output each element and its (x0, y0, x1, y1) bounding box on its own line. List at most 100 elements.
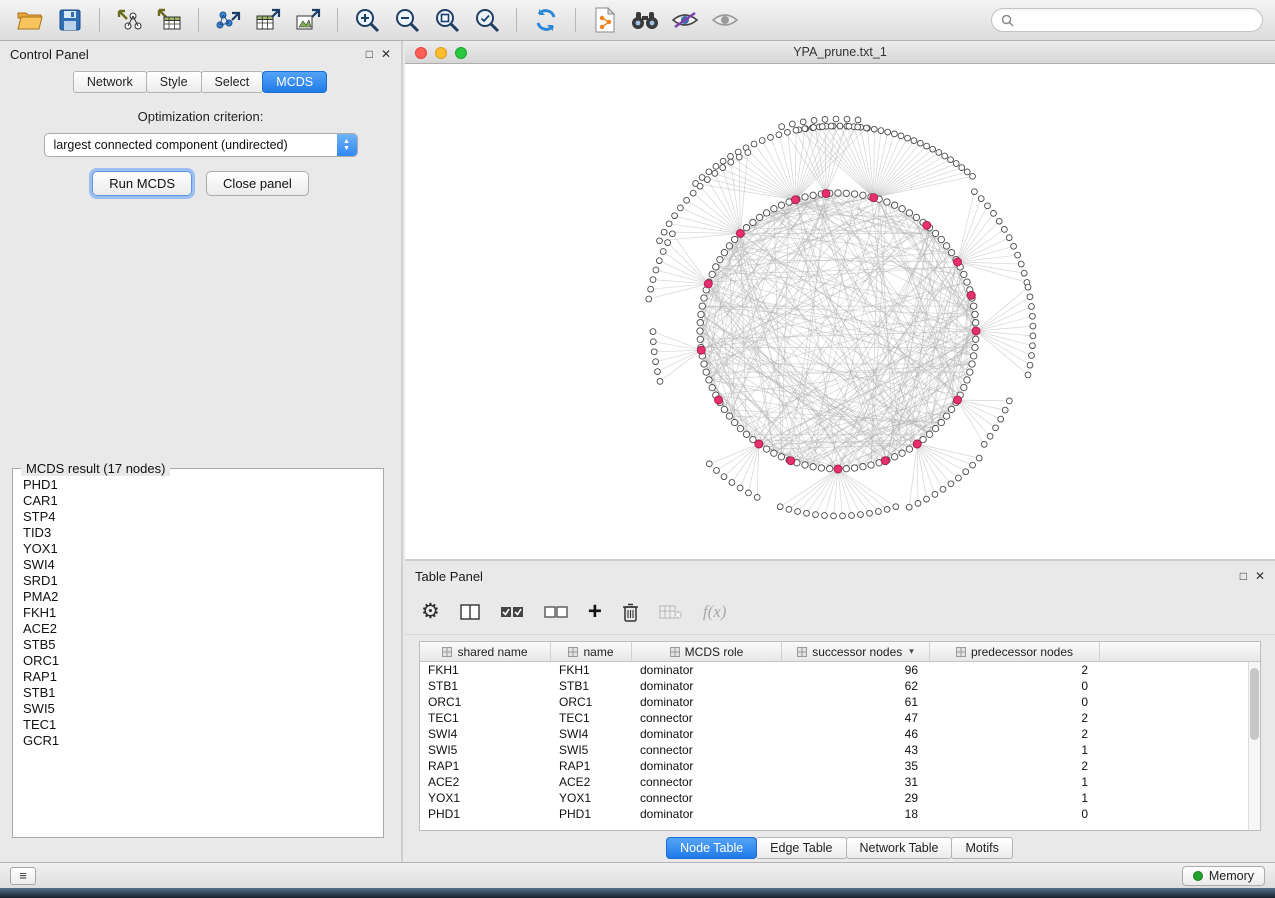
graph-leaf-node[interactable] (855, 124, 861, 130)
graph-leaf-node[interactable] (833, 116, 839, 122)
run-mcds-button[interactable]: Run MCDS (92, 171, 192, 196)
table-row[interactable]: SWI5SWI5connector431 (420, 742, 1260, 758)
graph-node[interactable] (701, 361, 707, 367)
unselect-all-columns-icon[interactable] (544, 597, 568, 627)
graph-leaf-node[interactable] (840, 513, 846, 519)
mcds-node[interactable] (967, 291, 975, 299)
graph-leaf-node[interactable] (831, 513, 837, 519)
mcds-node[interactable] (870, 194, 878, 202)
mcds-node[interactable] (972, 327, 980, 335)
graph-node[interactable] (721, 249, 727, 255)
graph-leaf-node[interactable] (785, 129, 791, 135)
graph-leaf-node[interactable] (672, 213, 678, 219)
graph-node[interactable] (938, 236, 944, 242)
graph-leaf-node[interactable] (855, 117, 861, 123)
control-tab-network[interactable]: Network (73, 71, 147, 93)
graph-node[interactable] (726, 413, 732, 419)
graph-leaf-node[interactable] (777, 504, 783, 510)
graph-leaf-node[interactable] (697, 183, 703, 189)
mcds-result-item[interactable]: SWI5 (23, 701, 383, 717)
graph-leaf-node[interactable] (720, 158, 726, 164)
graph-node[interactable] (884, 199, 890, 205)
close-panel-icon[interactable]: ✕ (381, 48, 391, 60)
graph-leaf-node[interactable] (884, 507, 890, 513)
mcds-node[interactable] (704, 280, 712, 288)
graph-leaf-node[interactable] (991, 211, 997, 217)
window-maximize-icon[interactable] (455, 47, 467, 59)
graph-node[interactable] (899, 450, 905, 456)
graph-leaf-node[interactable] (1002, 407, 1008, 413)
graph-leaf-node[interactable] (846, 123, 852, 129)
zoom-fit-button[interactable] (429, 4, 465, 36)
graph-node[interactable] (868, 462, 874, 468)
table-row[interactable]: STB1STB1dominator620 (420, 678, 1260, 694)
graph-leaf-node[interactable] (720, 165, 726, 171)
table-row[interactable]: PHD1PHD1dominator180 (420, 806, 1260, 822)
graph-node[interactable] (971, 303, 977, 309)
graph-node[interactable] (818, 465, 824, 471)
mcds-result-item[interactable]: PHD1 (23, 477, 383, 493)
zoom-out-button[interactable] (389, 4, 425, 36)
control-tab-style[interactable]: Style (146, 71, 202, 93)
optimization-criterion-dropdown[interactable]: largest connected component (undirected)… (44, 133, 358, 157)
graph-leaf-node[interactable] (804, 510, 810, 516)
mcds-result-item[interactable]: FKH1 (23, 605, 383, 621)
graph-node[interactable] (709, 271, 715, 277)
graph-leaf-node[interactable] (932, 492, 938, 498)
graph-node[interactable] (701, 295, 707, 301)
mcds-result-item[interactable]: ORC1 (23, 653, 383, 669)
graph-node[interactable] (827, 466, 833, 472)
table-tab-node-table[interactable]: Node Table (666, 837, 757, 859)
graph-leaf-node[interactable] (1006, 398, 1012, 404)
network-canvas[interactable] (405, 64, 1273, 559)
graph-node[interactable] (771, 206, 777, 212)
graph-leaf-node[interactable] (706, 169, 712, 175)
graph-leaf-node[interactable] (728, 159, 734, 165)
graph-leaf-node[interactable] (721, 474, 727, 480)
graph-leaf-node[interactable] (650, 277, 656, 283)
graph-node[interactable] (961, 271, 967, 277)
graph-node[interactable] (810, 464, 816, 470)
graph-leaf-node[interactable] (656, 258, 662, 264)
graph-node[interactable] (967, 369, 973, 375)
graph-node[interactable] (737, 425, 743, 431)
graph-node[interactable] (973, 336, 979, 342)
table-tab-edge-table[interactable]: Edge Table (756, 837, 846, 859)
table-row[interactable]: FKH1FKH1dominator962 (420, 662, 1260, 678)
graph-leaf-node[interactable] (1025, 372, 1031, 378)
graph-leaf-node[interactable] (670, 231, 676, 237)
graph-leaf-node[interactable] (917, 140, 923, 146)
graph-node[interactable] (943, 243, 949, 249)
graph-node[interactable] (971, 353, 977, 359)
graph-leaf-node[interactable] (819, 124, 825, 130)
graph-leaf-node[interactable] (898, 133, 904, 139)
graph-node[interactable] (743, 225, 749, 231)
graph-leaf-node[interactable] (655, 369, 661, 375)
graph-node[interactable] (726, 243, 732, 249)
graph-leaf-node[interactable] (790, 121, 796, 127)
mcds-result-item[interactable]: RAP1 (23, 669, 383, 685)
graph-node[interactable] (926, 431, 932, 437)
create-column-plus-icon[interactable]: + (588, 597, 602, 627)
graph-leaf-node[interactable] (905, 135, 911, 141)
graph-node[interactable] (713, 264, 719, 270)
graph-node[interactable] (706, 377, 712, 383)
table-row[interactable]: YOX1YOX1connector291 (420, 790, 1260, 806)
graph-leaf-node[interactable] (786, 507, 792, 513)
table-row[interactable]: RAP1RAP1dominator352 (420, 758, 1260, 774)
graph-leaf-node[interactable] (646, 296, 652, 302)
mcds-node[interactable] (913, 440, 921, 448)
graph-leaf-node[interactable] (844, 116, 850, 122)
graph-node[interactable] (913, 214, 919, 220)
graph-leaf-node[interactable] (754, 495, 760, 501)
graph-node[interactable] (778, 202, 784, 208)
graph-node[interactable] (860, 464, 866, 470)
graph-leaf-node[interactable] (998, 416, 1004, 422)
graph-leaf-node[interactable] (690, 190, 696, 196)
table-tab-network-table[interactable]: Network Table (846, 837, 953, 859)
graph-leaf-node[interactable] (1030, 313, 1036, 319)
import-table-button[interactable] (151, 4, 187, 36)
graph-node[interactable] (964, 279, 970, 285)
graph-node[interactable] (843, 466, 849, 472)
graph-node[interactable] (698, 311, 704, 317)
